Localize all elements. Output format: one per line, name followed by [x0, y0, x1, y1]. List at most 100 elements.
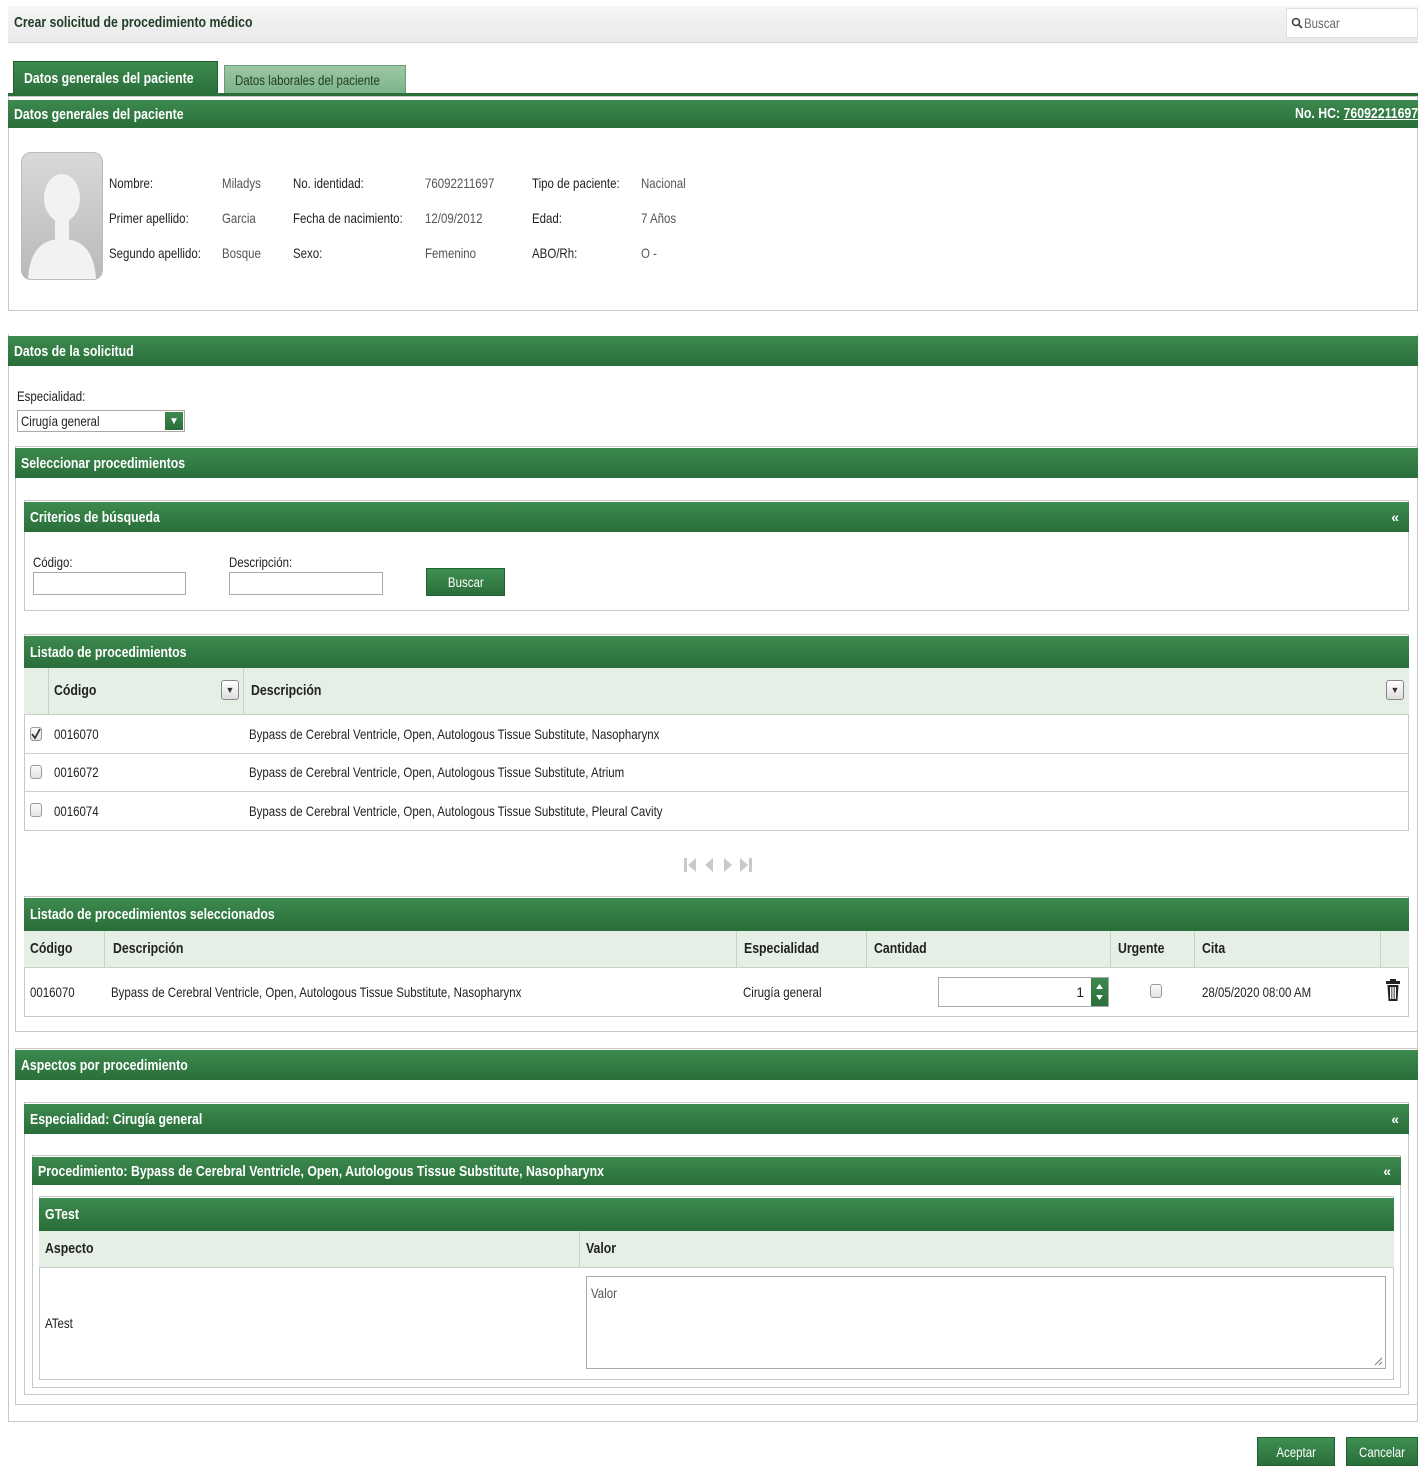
- col-divider: [579, 1231, 580, 1267]
- primer-apellido-label: Primer apellido:: [109, 210, 189, 226]
- row-checkbox[interactable]: [30, 765, 42, 779]
- col-divider: [736, 931, 737, 967]
- identidad-value: 76092211697: [425, 175, 495, 191]
- aspectos-table-header: Aspecto Valor: [39, 1231, 1394, 1268]
- collapse-icon[interactable]: «: [1383, 1163, 1391, 1179]
- seleccionados-header: Listado de procedimientos seleccionados: [24, 898, 1409, 931]
- col-divider: [1380, 931, 1381, 967]
- buscar-button[interactable]: Buscar: [426, 568, 505, 596]
- pagination: [683, 855, 755, 875]
- tab-datos-generales[interactable]: Datos generales del paciente: [13, 61, 218, 95]
- table-row[interactable]: 0016072 Bypass de Cerebral Ventricle, Op…: [24, 754, 1409, 792]
- cancelar-button[interactable]: Cancelar: [1346, 1437, 1418, 1466]
- row-codigo: 0016070: [30, 984, 75, 1000]
- urgente-checkbox[interactable]: [1150, 984, 1162, 998]
- nacimiento-value: 12/09/2012: [425, 210, 483, 226]
- listado-table-header: Código ▼ Descripción ▼: [24, 668, 1409, 715]
- col-codigo[interactable]: Código: [54, 682, 106, 699]
- chevron-down-icon[interactable]: ▼: [165, 412, 183, 430]
- trash-icon[interactable]: [1386, 978, 1400, 1002]
- col-especialidad: Especialidad: [744, 940, 820, 957]
- table-row[interactable]: 0016070 Bypass de Cerebral Ventricle, Op…: [24, 715, 1409, 754]
- row-checkbox[interactable]: [30, 803, 42, 817]
- identidad-label: No. identidad:: [293, 175, 364, 191]
- collapse-icon[interactable]: «: [1391, 509, 1399, 525]
- row-descripcion: Bypass de Cerebral Ventricle, Open, Auto…: [249, 803, 663, 819]
- codigo-input[interactable]: [33, 572, 186, 595]
- col-aspecto: Aspecto: [45, 1240, 94, 1257]
- col-descripcion[interactable]: Descripción: [251, 682, 337, 699]
- row-codigo: 0016072: [54, 764, 99, 780]
- row-especialidad: Cirugía general: [743, 984, 822, 1000]
- tab-label: Datos generales del paciente: [24, 70, 194, 87]
- seleccionar-header: Seleccionar procedimientos: [15, 448, 1418, 478]
- descripcion-input[interactable]: [229, 572, 383, 595]
- row-descripcion: Bypass de Cerebral Ventricle, Open, Auto…: [249, 764, 625, 780]
- especialidad-label: Especialidad:: [17, 388, 86, 404]
- last-page-icon[interactable]: [740, 858, 752, 872]
- avatar: [21, 152, 103, 280]
- col-divider: [104, 931, 105, 967]
- tab-datos-laborales[interactable]: Datos laborales del paciente: [224, 65, 406, 93]
- nombre-label: Nombre:: [109, 175, 154, 191]
- row-codigo: 0016074: [54, 803, 99, 819]
- row-descripcion: Bypass de Cerebral Ventricle, Open, Auto…: [111, 984, 522, 1000]
- aspecto-label: ATest: [45, 1315, 73, 1331]
- valor-textarea[interactable]: Valor: [586, 1276, 1386, 1369]
- col-divider: [866, 931, 867, 967]
- search-icon: [1291, 17, 1303, 29]
- sexo-label: Sexo:: [293, 245, 323, 261]
- spin-arrows-icon[interactable]: [1091, 978, 1108, 1006]
- seleccionados-table-header: Código Descripción Especialidad Cantidad…: [24, 931, 1409, 968]
- header-check-col: [24, 668, 49, 714]
- table-row: 0016070 Bypass de Cerebral Ventricle, Op…: [24, 968, 1409, 1016]
- especialidad-header: Especialidad: Cirugía general «: [24, 1104, 1409, 1134]
- nacimiento-label: Fecha de nacimiento:: [293, 210, 403, 226]
- abo-label: ABO/Rh:: [532, 245, 578, 261]
- next-page-icon[interactable]: [724, 858, 732, 872]
- col-divider: [1194, 931, 1195, 967]
- quantity-stepper[interactable]: 1: [938, 977, 1109, 1007]
- table-row[interactable]: 0016074 Bypass de Cerebral Ventricle, Op…: [24, 792, 1409, 831]
- search-input[interactable]: Buscar: [1304, 15, 1348, 31]
- segundo-apellido-value: Bosque: [222, 245, 261, 261]
- edad-value: 7 Años: [641, 210, 677, 226]
- check-icon: [31, 728, 41, 740]
- descripcion-label: Descripción:: [229, 554, 293, 570]
- quantity-value[interactable]: 1: [1076, 984, 1084, 1000]
- tipo-paciente-label: Tipo de paciente:: [532, 175, 620, 191]
- collapse-icon[interactable]: «: [1391, 1111, 1399, 1127]
- patient-section-header: Datos generales del paciente No. HC: 760…: [8, 100, 1418, 128]
- row-codigo: 0016070: [54, 726, 99, 742]
- especialidad-select[interactable]: Cirugía general ▼: [17, 410, 185, 432]
- page-title: Crear solicitud de procedimiento médico: [14, 14, 253, 31]
- aceptar-button[interactable]: Aceptar: [1257, 1437, 1335, 1466]
- col-cantidad: Cantidad: [874, 940, 927, 957]
- segundo-apellido-label: Segundo apellido:: [109, 245, 201, 261]
- resize-handle-icon[interactable]: [1373, 1356, 1383, 1366]
- abo-value: O -: [641, 245, 657, 261]
- first-page-icon[interactable]: [684, 858, 696, 872]
- col-codigo: Código: [30, 940, 73, 957]
- aspectos-header: Aspectos por procedimiento: [15, 1050, 1418, 1080]
- row-checkbox[interactable]: [30, 727, 42, 741]
- col-descripcion: Descripción: [113, 940, 184, 957]
- stepper-arrows[interactable]: [1091, 978, 1108, 1006]
- criterios-header: Criterios de búsqueda «: [24, 502, 1409, 532]
- chevron-down-icon[interactable]: ▼: [221, 680, 239, 700]
- sexo-value: Femenino: [425, 245, 477, 261]
- edad-label: Edad:: [532, 210, 563, 226]
- col-divider: [1110, 931, 1111, 967]
- tipo-paciente-value: Nacional: [641, 175, 686, 191]
- hc-link[interactable]: 76092211697: [1343, 105, 1418, 122]
- tab-label: Datos laborales del paciente: [235, 72, 380, 88]
- row-descripcion: Bypass de Cerebral Ventricle, Open, Auto…: [249, 726, 660, 742]
- col-valor: Valor: [586, 1240, 617, 1257]
- col-urgente: Urgente: [1118, 940, 1165, 957]
- gtest-header: GTest: [39, 1198, 1394, 1231]
- solicitud-section-header: Datos de la solicitud: [8, 336, 1418, 366]
- primer-apellido-value: Garcia: [222, 210, 256, 226]
- search-box[interactable]: Buscar: [1286, 8, 1418, 38]
- chevron-down-icon[interactable]: ▼: [1386, 680, 1404, 700]
- prev-page-icon[interactable]: [705, 858, 713, 872]
